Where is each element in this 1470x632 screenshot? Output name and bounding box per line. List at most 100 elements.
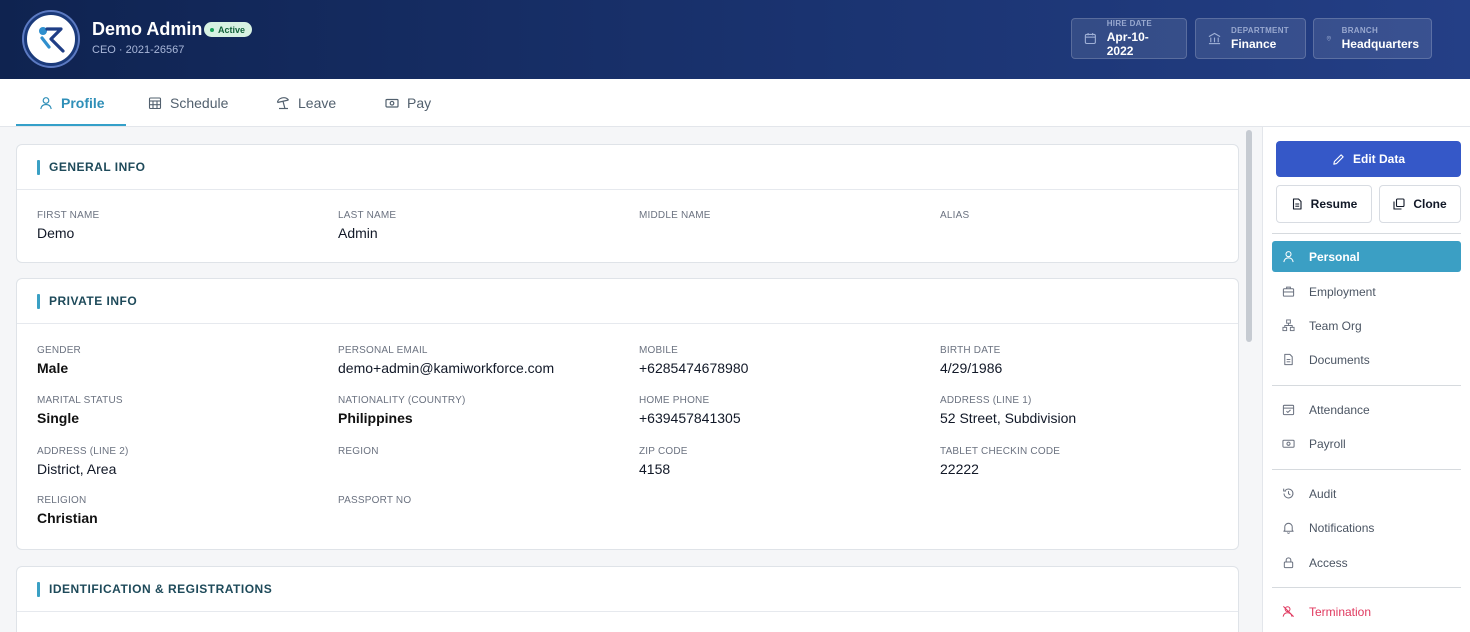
field-nationality: NATIONALITY (COUNTRY) Philippines bbox=[338, 395, 466, 426]
employee-name: Demo Admin bbox=[92, 19, 203, 39]
briefcase-icon bbox=[1282, 286, 1295, 297]
field-value: demo+admin@kamiworkforce.com bbox=[338, 360, 555, 376]
field-value: +639457841305 bbox=[639, 410, 741, 426]
field-value: District, Area bbox=[37, 461, 117, 477]
resume-button[interactable]: Resume bbox=[1276, 185, 1372, 223]
field-value: Male bbox=[37, 360, 69, 376]
field-label: TABLET CHECKIN CODE bbox=[940, 446, 1061, 457]
side-nav-notifications[interactable]: Notifications bbox=[1272, 512, 1461, 543]
field-label: HOME PHONE bbox=[639, 395, 710, 406]
side-nav-label: Audit bbox=[1309, 486, 1337, 501]
field-home-phone: HOME PHONE +639457841305 bbox=[639, 395, 741, 426]
tab-profile[interactable]: Profile bbox=[39, 79, 105, 127]
calendar-icon bbox=[1084, 33, 1096, 45]
field-value: 4158 bbox=[639, 461, 671, 477]
side-nav-payroll[interactable]: Payroll bbox=[1272, 428, 1461, 459]
field-marital-status: MARITAL STATUS Single bbox=[37, 395, 123, 426]
field-value: 22222 bbox=[940, 461, 979, 477]
department-value: Finance bbox=[1231, 37, 1277, 51]
identification-header: IDENTIFICATION & REGISTRATIONS bbox=[17, 567, 1238, 612]
general-info-title: GENERAL INFO bbox=[49, 160, 146, 174]
profile-content: GENERAL INFO FIRST NAME Demo LAST NAME A… bbox=[0, 127, 1262, 632]
field-label: MOBILE bbox=[639, 345, 678, 356]
private-info-card: PRIVATE INFO GENDER Male PERSONAL EMAIL … bbox=[16, 278, 1239, 550]
field-middle-name: MIDDLE NAME bbox=[639, 210, 711, 225]
tab-leave[interactable]: Leave bbox=[276, 79, 336, 127]
field-personal-email: PERSONAL EMAIL demo+admin@kamiworkforce.… bbox=[338, 345, 554, 376]
field-label: MARITAL STATUS bbox=[37, 395, 123, 406]
field-value: Philippines bbox=[338, 410, 413, 426]
field-value: +6285474678980 bbox=[639, 360, 749, 376]
identification-title: IDENTIFICATION & REGISTRATIONS bbox=[49, 582, 273, 596]
side-nav-documents[interactable]: Documents bbox=[1272, 344, 1461, 375]
identification-card: IDENTIFICATION & REGISTRATIONS bbox=[16, 566, 1239, 632]
bell-icon bbox=[1283, 522, 1294, 534]
tab-schedule-label: Schedule bbox=[170, 95, 229, 111]
content-scrollbar[interactable] bbox=[1246, 130, 1252, 342]
tab-leave-label: Leave bbox=[298, 95, 337, 111]
resume-label: Resume bbox=[1310, 197, 1358, 211]
profile-header: Demo Admin Active CEO · 2021-26567 HIRE … bbox=[0, 0, 1470, 79]
general-info-header: GENERAL INFO bbox=[17, 145, 1238, 190]
cash-icon bbox=[1282, 439, 1295, 448]
clone-label: Clone bbox=[1413, 197, 1447, 211]
side-nav-label: Employment bbox=[1309, 284, 1376, 299]
branch-chip: BRANCH Headquarters bbox=[1313, 18, 1432, 59]
tab-profile-label: Profile bbox=[61, 95, 105, 111]
cash-icon bbox=[385, 98, 399, 108]
field-label: RELIGION bbox=[37, 495, 87, 506]
private-info-title: PRIVATE INFO bbox=[49, 294, 138, 308]
section-accent-bar bbox=[37, 293, 40, 309]
active-tab-indicator bbox=[16, 124, 126, 126]
field-label: ADDRESS (LINE 2) bbox=[37, 446, 129, 457]
side-nav-access[interactable]: Access bbox=[1272, 547, 1461, 578]
tab-pay[interactable]: Pay bbox=[385, 79, 431, 127]
clone-button[interactable]: Clone bbox=[1379, 185, 1461, 223]
side-nav-label: Payroll bbox=[1309, 436, 1346, 451]
side-nav-termination[interactable]: Termination bbox=[1272, 596, 1461, 627]
side-nav-label: Documents bbox=[1309, 352, 1370, 367]
tab-schedule[interactable]: Schedule bbox=[148, 79, 228, 127]
field-label: FIRST NAME bbox=[37, 210, 100, 221]
company-logo[interactable] bbox=[24, 12, 78, 66]
branch-value: Headquarters bbox=[1341, 37, 1419, 51]
field-passport-no: PASSPORT NO bbox=[338, 495, 411, 510]
building-icon bbox=[1208, 32, 1221, 45]
field-value: 52 Street, Subdivision bbox=[940, 410, 1077, 426]
side-nav-label: Notifications bbox=[1309, 520, 1375, 535]
side-nav-label: Attendance bbox=[1309, 402, 1370, 417]
field-region: REGION bbox=[338, 446, 379, 461]
field-value: Demo bbox=[37, 225, 75, 241]
field-label: LAST NAME bbox=[338, 210, 397, 221]
location-pin-icon bbox=[1326, 35, 1331, 42]
hire-date-label: HIRE DATE bbox=[1106, 19, 1152, 28]
side-nav-audit[interactable]: Audit bbox=[1272, 478, 1461, 509]
edit-data-button[interactable]: Edit Data bbox=[1276, 141, 1461, 177]
field-religion: RELIGION Christian bbox=[37, 495, 98, 526]
section-accent-bar bbox=[37, 581, 40, 597]
field-alias: ALIAS bbox=[940, 210, 969, 225]
field-label: MIDDLE NAME bbox=[639, 210, 711, 221]
user-icon bbox=[1283, 251, 1294, 263]
document-icon bbox=[1284, 353, 1293, 366]
side-nav-attendance[interactable]: Attendance bbox=[1272, 394, 1461, 425]
org-chart-icon bbox=[1282, 319, 1295, 332]
side-nav-personal[interactable]: Personal bbox=[1272, 241, 1461, 272]
status-label: Active bbox=[218, 24, 246, 35]
field-label: ALIAS bbox=[940, 210, 970, 221]
status-badge: Active bbox=[204, 22, 253, 37]
field-zip-code: ZIP CODE 4158 bbox=[639, 446, 688, 477]
grid-calendar-icon bbox=[148, 97, 162, 110]
side-divider bbox=[1272, 587, 1461, 588]
department-chip: DEPARTMENT Finance bbox=[1195, 18, 1306, 59]
side-nav-team-org[interactable]: Team Org bbox=[1272, 310, 1461, 341]
field-address-line-1: ADDRESS (LINE 1) 52 Street, Subdivision bbox=[940, 395, 1076, 426]
side-nav-label: Access bbox=[1309, 555, 1348, 570]
field-label: ADDRESS (LINE 1) bbox=[940, 395, 1032, 406]
side-nav-employment[interactable]: Employment bbox=[1272, 276, 1461, 307]
section-accent-bar bbox=[37, 159, 40, 175]
field-label: GENDER bbox=[37, 345, 81, 356]
field-label: PERSONAL EMAIL bbox=[338, 345, 428, 356]
side-nav-label: Personal bbox=[1309, 249, 1360, 264]
private-info-header: PRIVATE INFO bbox=[17, 279, 1238, 324]
